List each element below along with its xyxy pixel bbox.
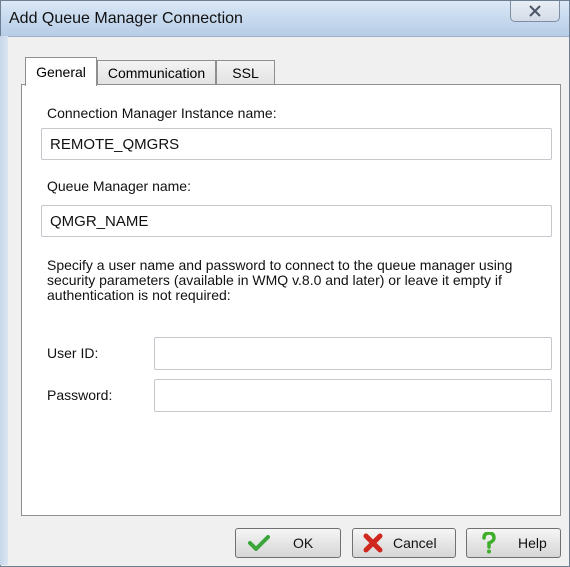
ok-button[interactable]: OK [235,528,341,558]
tab-communication-label: Communication [107,64,206,81]
title-bar[interactable]: Add Queue Manager Connection [1,1,569,37]
tab-communication[interactable]: Communication [97,60,216,84]
queue-manager-name-input[interactable]: QMGR_NAME [41,205,552,237]
checkmark-icon [247,535,271,551]
window-frame-left [0,36,8,565]
password-input[interactable] [154,379,552,412]
window-title: Add Queue Manager Connection [9,10,243,27]
instance-name-value: REMOTE_QMGRS [50,135,180,153]
close-button[interactable] [510,1,560,22]
red-x-icon [362,533,384,553]
tab-general-label: General [36,64,86,80]
help-button[interactable]: Help [466,528,561,558]
tab-ssl[interactable]: SSL [216,60,275,84]
tab-ssl-label: SSL [232,64,259,81]
cancel-button[interactable]: Cancel [352,528,456,558]
user-id-input[interactable] [154,337,552,370]
help-button-label: Help [518,535,547,551]
cancel-button-label: Cancel [393,535,437,551]
close-icon [529,5,541,17]
tab-general[interactable]: General [25,57,97,86]
question-mark-icon [480,532,498,554]
ok-button-label: OK [293,535,314,551]
instance-name-input[interactable]: REMOTE_QMGRS [41,128,552,160]
queue-manager-name-value: QMGR_NAME [50,212,149,230]
